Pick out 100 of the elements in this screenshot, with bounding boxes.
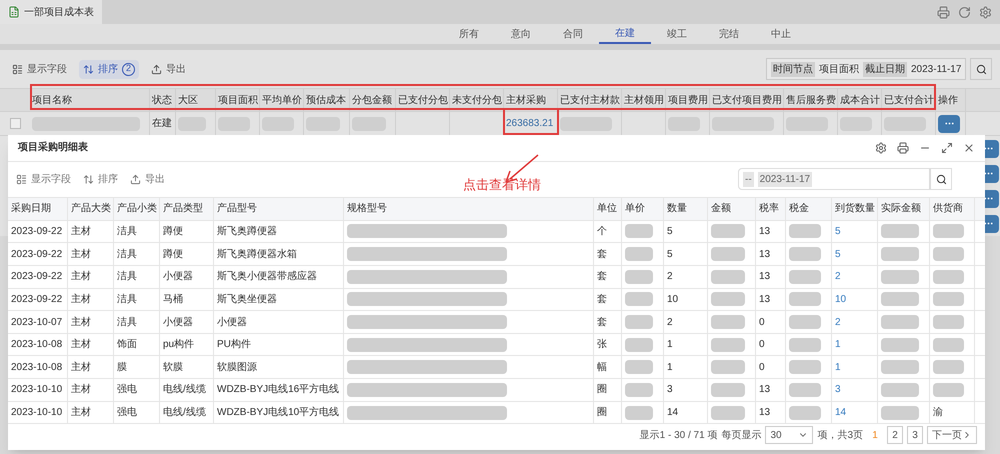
settings-icon[interactable] — [979, 6, 992, 18]
show-fields-button[interactable]: 显示字段 — [8, 62, 71, 76]
table-cell-text: 斯飞奥坐便器 — [217, 292, 277, 307]
table-cell-text: 套 — [597, 292, 607, 307]
quantity-link[interactable]: 2 — [835, 269, 841, 284]
blurred-content — [625, 360, 653, 374]
page-button[interactable]: 1 — [867, 426, 883, 444]
column-header: 税率 — [759, 202, 779, 216]
column-header: 未支付分包 — [452, 94, 502, 108]
column-header: 产品类型 — [163, 202, 203, 216]
quantity-link[interactable]: 5 — [835, 246, 841, 262]
filter-field[interactable]: 时间节点 项目面积 截止日期 2023-11-17 — [766, 58, 966, 80]
sort-button[interactable]: 排序 2 — [79, 60, 139, 78]
refresh-icon[interactable] — [958, 6, 971, 18]
status-tab[interactable]: 所有 — [443, 24, 495, 44]
table-cell-text: 小便器 — [163, 316, 193, 330]
table-cell-text: 2023-10-08 — [11, 338, 62, 352]
per-page-select[interactable]: 30 — [765, 426, 814, 444]
page-button[interactable]: 2 — [887, 426, 903, 444]
blurred-content — [881, 292, 919, 306]
settings-icon[interactable] — [875, 142, 887, 154]
sort-button[interactable]: 排序 — [83, 172, 118, 187]
column-header: 规格型号 — [347, 202, 387, 216]
per-page-label: 每页显示 — [721, 428, 762, 443]
status-tab[interactable]: 竣工 — [651, 24, 703, 44]
quantity-link[interactable]: 14 — [835, 405, 846, 420]
list-icon — [16, 174, 27, 185]
table-cell-text: 圈 — [597, 383, 607, 398]
blurred-content — [789, 247, 821, 262]
blurred-content — [625, 338, 653, 352]
table-cell-text: 蹲便 — [163, 224, 183, 239]
status-tab[interactable]: 意向 — [495, 24, 547, 44]
blurred-content — [789, 315, 821, 329]
window-tab[interactable]: 一部项目成本表 — [0, 0, 102, 24]
column-header: 项目名称 — [32, 94, 72, 108]
table-cell-text: 个 — [597, 224, 607, 239]
column-header: 预估成本 — [306, 94, 346, 108]
search-button[interactable] — [930, 168, 952, 190]
status-tab[interactable]: 合同 — [547, 24, 599, 44]
quantity-link[interactable]: 5 — [835, 224, 841, 239]
table-cell-text: 饰面 — [117, 338, 137, 352]
more-button[interactable] — [938, 114, 960, 132]
print-icon[interactable] — [897, 142, 909, 154]
row-checkbox[interactable] — [10, 118, 20, 129]
search-button[interactable] — [970, 58, 992, 80]
quantity-link[interactable]: 10 — [835, 292, 846, 307]
table-cell-text: 张 — [597, 338, 607, 352]
table-cell-text: 2023-09-22 — [11, 248, 62, 262]
table-cell-text: 马桶 — [163, 292, 183, 307]
column-header: 项目费用 — [668, 94, 708, 108]
blurred-content — [625, 382, 653, 397]
print-icon[interactable] — [937, 6, 950, 18]
quantity-link[interactable]: 1 — [835, 337, 841, 352]
status-tab[interactable]: 完结 — [703, 24, 755, 44]
maximize-icon[interactable] — [941, 142, 953, 154]
table-cell-text: 主材 — [71, 292, 91, 307]
column-header: 已支付项目费用 — [712, 94, 782, 108]
blurred-content — [789, 224, 821, 238]
blurred-content — [789, 360, 821, 374]
page-button[interactable]: 3 — [907, 426, 923, 444]
amount-link[interactable]: 263683.21 — [506, 116, 554, 131]
blurred-content — [711, 292, 745, 306]
column-header: 单价 — [625, 202, 645, 216]
table-cell-text: 2 — [667, 270, 673, 284]
status-tab[interactable]: 中止 — [755, 24, 807, 44]
table-cell-text: 洁具 — [117, 224, 137, 239]
table-cell-text: 0 — [759, 338, 765, 352]
date-field[interactable]: -- 2023-11-17 — [738, 168, 930, 190]
table-cell-text: 2023-09-22 — [11, 270, 62, 284]
search-icon — [976, 64, 986, 74]
blurred-content — [625, 315, 653, 329]
table-cell-text: 2023-10-08 — [11, 360, 62, 375]
blurred-content — [625, 270, 653, 284]
table-cell-text: 1 — [667, 360, 673, 375]
quantity-link[interactable]: 1 — [835, 360, 841, 375]
table-cell-text: 主材 — [71, 248, 91, 262]
table-cell-text: PU构件 — [217, 338, 251, 352]
export-button[interactable]: 导出 — [147, 62, 190, 76]
table-cell-text: 2023-10-10 — [11, 383, 62, 398]
export-button[interactable]: 导出 — [130, 172, 165, 187]
table-cell-text: 洁具 — [117, 316, 137, 330]
table-cell-text: 斯飞奥蹲便器 — [217, 224, 277, 239]
table-cell-text: 3 — [667, 383, 673, 398]
next-page-button[interactable]: 下一页 — [927, 426, 977, 444]
table-cell-text: 洁具 — [117, 248, 137, 262]
close-icon[interactable] — [963, 142, 975, 154]
search-icon — [936, 174, 946, 185]
blurred-content — [711, 406, 745, 420]
table-cell-text: 小便器 — [163, 270, 193, 284]
quantity-link[interactable]: 2 — [835, 314, 841, 330]
table-cell-text: 13 — [759, 383, 770, 398]
table-cell-text: 斯飞奥蹲便器水箱 — [217, 248, 297, 262]
table-cell-text: 蹲便 — [163, 248, 183, 262]
table-cell-text: pu构件 — [163, 338, 194, 352]
sort-icon — [83, 174, 94, 185]
quantity-link[interactable]: 3 — [835, 382, 841, 398]
table-cell-text: 小便器 — [217, 316, 247, 330]
column-header: 产品型号 — [217, 202, 257, 216]
show-fields-button[interactable]: 显示字段 — [16, 172, 71, 187]
table-cell-text: 渝 — [933, 406, 943, 420]
